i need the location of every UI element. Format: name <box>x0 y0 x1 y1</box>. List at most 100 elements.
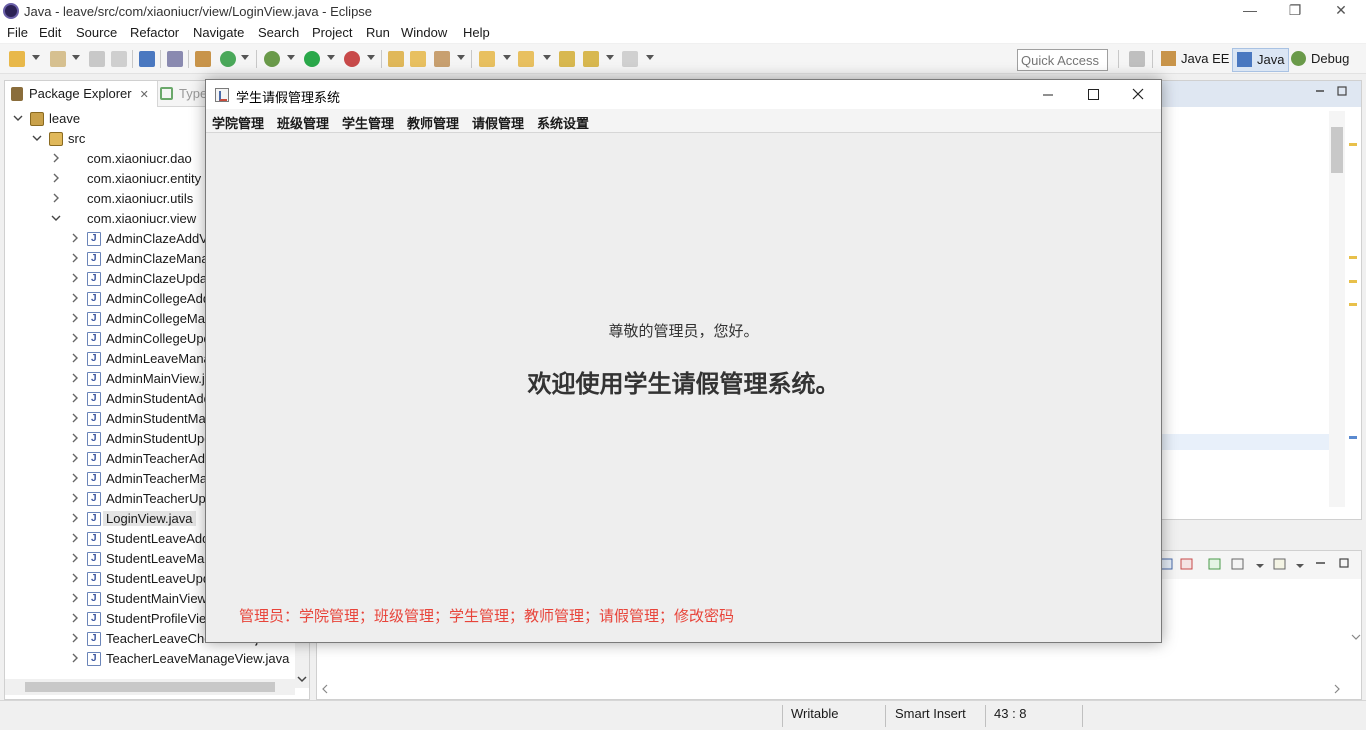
menu-edit[interactable]: Edit <box>39 25 61 40</box>
menu-run[interactable]: Run <box>366 25 390 40</box>
open-type-icon[interactable] <box>388 51 404 67</box>
open-perspective-icon[interactable] <box>1129 51 1145 67</box>
collapsed-chevron-icon[interactable] <box>70 433 80 446</box>
run-icon[interactable] <box>304 51 320 67</box>
collapsed-chevron-icon[interactable] <box>70 493 80 506</box>
collapsed-chevron-icon[interactable] <box>70 453 80 466</box>
perspective-java-ee[interactable]: Java EE <box>1157 48 1233 72</box>
menu-project[interactable]: Project <box>312 25 352 40</box>
menu-window[interactable]: Window <box>401 25 447 40</box>
new-icon[interactable] <box>9 51 25 67</box>
overview-ruler-mark[interactable] <box>1349 143 1357 146</box>
search-icon[interactable] <box>434 51 450 67</box>
menu-class-management[interactable]: 班级管理 <box>277 113 329 132</box>
tab-package-explorer[interactable]: Package Explorer ✕ <box>5 81 158 107</box>
new-dropdown-icon[interactable] <box>32 55 40 60</box>
back-dropdown-icon[interactable] <box>606 55 614 60</box>
menu-teacher-management[interactable]: 教师管理 <box>407 113 459 132</box>
menu-refactor[interactable]: Refactor <box>130 25 179 40</box>
perspective-debug[interactable]: Debug <box>1287 48 1353 72</box>
overview-ruler-mark[interactable] <box>1349 303 1357 306</box>
menu-help[interactable]: Help <box>463 25 490 40</box>
menu-leave-management[interactable]: 请假管理 <box>472 113 524 132</box>
menu-search[interactable]: Search <box>258 25 299 40</box>
dialog-title-bar[interactable]: 学生请假管理系统 <box>206 80 1161 109</box>
expanded-chevron-icon[interactable] <box>51 213 61 226</box>
dialog-minimize-button[interactable] <box>1036 84 1060 104</box>
collapsed-chevron-icon[interactable] <box>70 393 80 406</box>
tab-type-hierarchy[interactable]: Type <box>160 86 207 101</box>
menu-source[interactable]: Source <box>76 25 117 40</box>
collapsed-chevron-icon[interactable] <box>70 253 80 266</box>
scroll-thumb[interactable] <box>25 682 275 692</box>
overview-ruler-mark[interactable] <box>1349 256 1357 259</box>
menu-college-management[interactable]: 学院管理 <box>212 113 264 132</box>
collapsed-chevron-icon[interactable] <box>70 513 80 526</box>
overview-ruler-mark[interactable] <box>1349 436 1357 439</box>
debug-icon[interactable] <box>264 51 280 67</box>
close-button[interactable]: ✕ <box>1331 2 1351 20</box>
expanded-chevron-icon[interactable] <box>13 113 23 126</box>
search-dropdown-icon[interactable] <box>457 55 465 60</box>
new-type-icon[interactable] <box>50 51 66 67</box>
refresh-dropdown-icon[interactable] <box>241 55 249 60</box>
previous-annotation-icon[interactable] <box>518 51 534 67</box>
external-tools-dropdown-icon[interactable] <box>367 55 375 60</box>
back-icon[interactable] <box>583 51 599 67</box>
build-icon[interactable] <box>195 51 211 67</box>
collapsed-chevron-icon[interactable] <box>51 173 61 186</box>
scroll-thumb[interactable] <box>1331 127 1343 173</box>
package-tree-horizontal-scrollbar[interactable] <box>5 679 295 695</box>
perspective-java[interactable]: Java <box>1232 48 1290 72</box>
close-tab-icon[interactable]: ✕ <box>140 89 149 101</box>
menu-system-settings[interactable]: 系统设置 <box>537 113 589 132</box>
quick-access-input[interactable] <box>1017 49 1108 71</box>
forward-icon[interactable] <box>622 51 638 67</box>
collapsed-chevron-icon[interactable] <box>70 333 80 346</box>
collapsed-chevron-icon[interactable] <box>70 573 80 586</box>
debug-dropdown-icon[interactable] <box>287 55 295 60</box>
save-icon[interactable] <box>89 51 105 67</box>
expanded-chevron-icon[interactable] <box>32 133 42 146</box>
overview-ruler-mark[interactable] <box>1349 280 1357 283</box>
collapsed-chevron-icon[interactable] <box>51 153 61 166</box>
collapsed-chevron-icon[interactable] <box>70 613 80 626</box>
collapsed-chevron-icon[interactable] <box>70 293 80 306</box>
collapsed-chevron-icon[interactable] <box>70 373 80 386</box>
restore-button[interactable]: ❐ <box>1285 2 1305 20</box>
minimize-button[interactable]: — <box>1240 2 1260 20</box>
view-controls-icon[interactable] <box>1161 81 1361 107</box>
collapsed-chevron-icon[interactable] <box>51 193 61 206</box>
external-tools-icon[interactable] <box>344 51 360 67</box>
console-icon[interactable] <box>139 51 155 67</box>
menu-student-management[interactable]: 学生管理 <box>342 113 394 132</box>
collapsed-chevron-icon[interactable] <box>70 413 80 426</box>
last-edit-location-icon[interactable] <box>559 51 575 67</box>
collapsed-chevron-icon[interactable] <box>70 473 80 486</box>
open-task-icon[interactable] <box>410 51 426 67</box>
collapsed-chevron-icon[interactable] <box>70 233 80 246</box>
editor-vertical-scrollbar[interactable] <box>1329 111 1345 507</box>
collapsed-chevron-icon[interactable] <box>70 313 80 326</box>
collapsed-chevron-icon[interactable] <box>70 653 80 666</box>
previous-annotation-dropdown-icon[interactable] <box>543 55 551 60</box>
run-dropdown-icon[interactable] <box>327 55 335 60</box>
new-type-dropdown-icon[interactable] <box>72 55 80 60</box>
collapsed-chevron-icon[interactable] <box>70 593 80 606</box>
dialog-close-button[interactable] <box>1126 84 1150 104</box>
skip-breakpoints-icon[interactable] <box>167 51 183 67</box>
next-annotation-dropdown-icon[interactable] <box>503 55 511 60</box>
collapsed-chevron-icon[interactable] <box>70 553 80 566</box>
tree-item[interactable]: TeacherLeaveManageView.java <box>5 649 295 669</box>
menu-file[interactable]: File <box>7 25 28 40</box>
save-all-icon[interactable] <box>111 51 127 67</box>
menu-navigate[interactable]: Navigate <box>193 25 244 40</box>
collapsed-chevron-icon[interactable] <box>70 353 80 366</box>
collapsed-chevron-icon[interactable] <box>70 533 80 546</box>
collapsed-chevron-icon[interactable] <box>70 273 80 286</box>
dialog-maximize-button[interactable] <box>1081 84 1105 104</box>
collapsed-chevron-icon[interactable] <box>70 633 80 646</box>
forward-dropdown-icon[interactable] <box>646 55 654 60</box>
next-annotation-icon[interactable] <box>479 51 495 67</box>
refresh-icon[interactable] <box>220 51 236 67</box>
